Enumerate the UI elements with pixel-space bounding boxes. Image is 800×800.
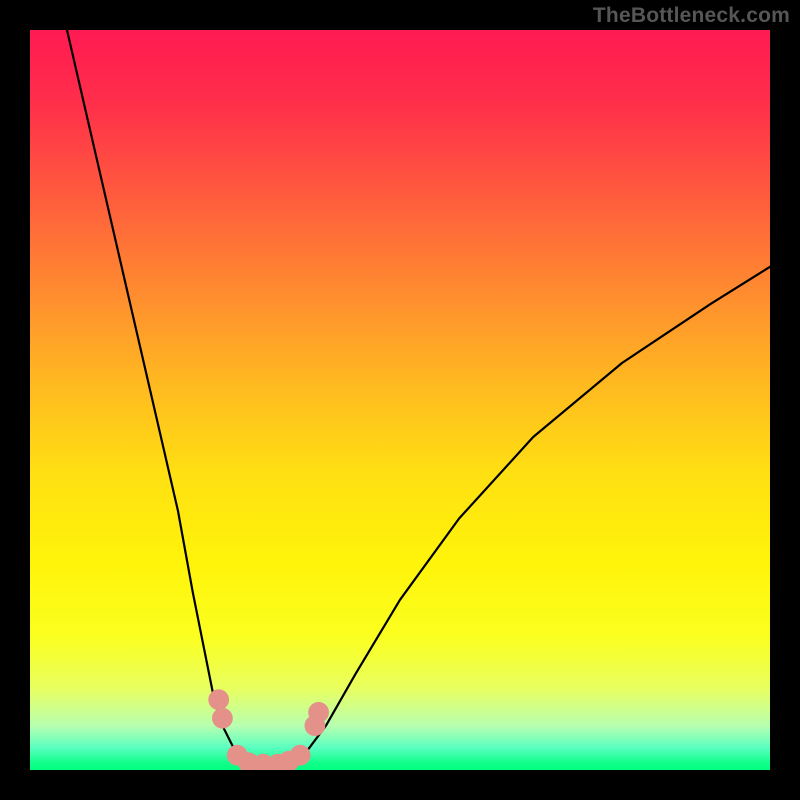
trough-dot xyxy=(212,708,233,729)
chart-svg xyxy=(30,30,770,770)
trough-dot xyxy=(208,689,229,710)
trough-dot xyxy=(290,745,311,766)
outer-frame: TheBottleneck.com xyxy=(0,0,800,800)
watermark-text: TheBottleneck.com xyxy=(593,4,790,28)
curve-left-branch xyxy=(67,30,259,766)
curve-layer xyxy=(67,30,770,766)
dot-layer xyxy=(208,689,329,770)
curve-right-branch xyxy=(289,267,770,767)
trough-dot xyxy=(308,702,329,723)
plot-area xyxy=(30,30,770,770)
